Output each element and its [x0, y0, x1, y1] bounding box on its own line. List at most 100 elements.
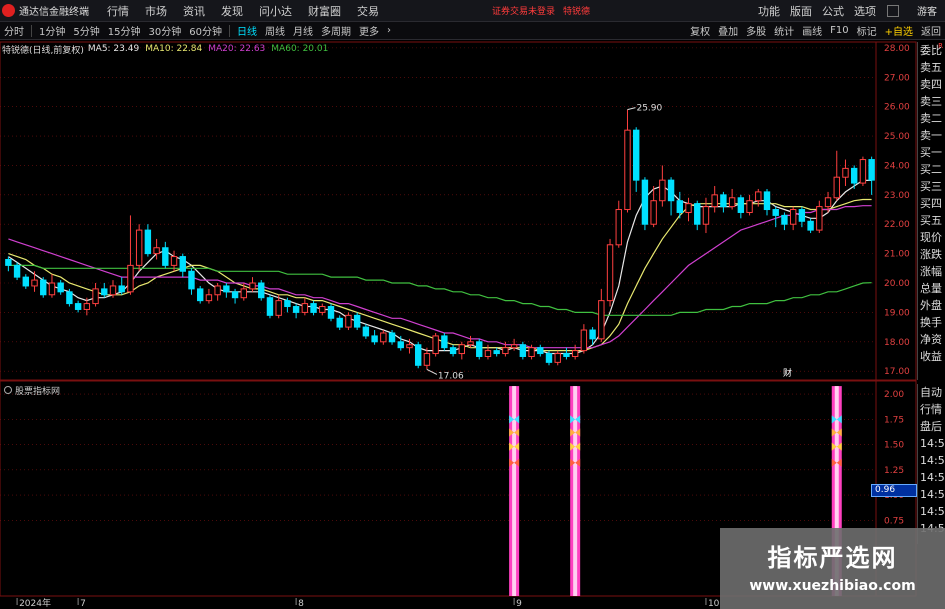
quote-lower-label: 14:50 [920, 471, 945, 484]
candle-body [807, 220, 814, 231]
candle [781, 212, 788, 231]
candle-body [170, 256, 178, 266]
candle-body [397, 341, 404, 349]
candle-body [659, 179, 666, 202]
candle [842, 159, 849, 187]
price-chart[interactable]: 28.00 27.00 26.00 25.00 24.00 23.00 22.00 21.00… [0, 0, 945, 609]
y-tick-label: 22.00 [884, 220, 910, 230]
quote-label: 卖四 [920, 78, 942, 91]
candle-body [816, 206, 823, 231]
candle-body [667, 179, 675, 202]
candle-body [179, 256, 186, 272]
candle-body [275, 300, 282, 316]
quote-lower-label: 14:50 [920, 488, 945, 501]
candle-body [755, 191, 762, 202]
candle-body [92, 288, 99, 305]
candle [598, 288, 605, 342]
candle-body [589, 329, 596, 340]
quote-label: 卖五 [920, 61, 942, 74]
candle-body [371, 335, 378, 343]
candle [493, 347, 500, 357]
candle [615, 200, 622, 248]
candle-body [101, 288, 108, 296]
candle-body [83, 303, 91, 310]
quote-label: 买二 [920, 163, 942, 176]
candle-body [563, 353, 570, 357]
candle [144, 224, 152, 257]
candle-body [188, 270, 195, 290]
low-pointer [426, 368, 438, 375]
candle [728, 188, 736, 210]
x-tick-label: 9 [516, 599, 522, 609]
y-tick-label: 20.00 [884, 279, 910, 289]
candle [414, 341, 422, 369]
candle [537, 344, 544, 357]
candle [292, 303, 300, 319]
financial-marker[interactable]: 财 [783, 367, 792, 379]
candle-body [850, 167, 858, 184]
candle [188, 268, 195, 295]
candle-body [449, 347, 457, 355]
indicator-y-tick-label: 1.75 [884, 415, 904, 425]
candle-body [301, 303, 309, 313]
candle [301, 297, 309, 316]
candle [266, 294, 274, 319]
x-tick-label: 8 [298, 599, 304, 609]
candle-body [40, 279, 47, 296]
candle-body [746, 200, 753, 213]
candle-body [66, 291, 73, 305]
candle-body [406, 344, 413, 349]
candle [737, 194, 745, 219]
candle [362, 324, 370, 339]
candle-body [153, 247, 160, 255]
candle-body [353, 314, 361, 328]
candle-body [118, 285, 125, 293]
candle [702, 197, 710, 234]
indicator-settings-icon[interactable] [4, 386, 12, 394]
candle [101, 283, 108, 298]
candle-body [467, 341, 474, 346]
candle-body [196, 288, 204, 302]
signal-bar [509, 386, 520, 596]
candle [109, 280, 117, 298]
quote-label: 买四 [920, 197, 942, 210]
candle-body [484, 350, 492, 357]
indicator-y-tick-label: 0.75 [884, 516, 904, 526]
candle [746, 194, 753, 216]
candle-body [798, 209, 806, 222]
y-tick-label: 27.00 [884, 73, 910, 83]
quote-label: 换手 [920, 316, 942, 329]
candle [563, 347, 570, 360]
candle-body [5, 258, 12, 266]
ma-line-ma10 [8, 198, 872, 352]
candle [816, 200, 823, 234]
candle-body [380, 332, 387, 343]
quote-label: 买一 [920, 146, 942, 159]
candle [231, 288, 239, 304]
candle-body [336, 317, 343, 328]
candle-body [650, 200, 657, 225]
candle [127, 215, 134, 295]
candle [135, 224, 143, 272]
candle [484, 344, 492, 360]
x-tick-label: 2024年 [19, 597, 51, 609]
candle [310, 300, 317, 316]
candle [327, 303, 335, 322]
candle-body [22, 276, 30, 287]
candle-body [144, 229, 152, 255]
candle-body [537, 347, 544, 355]
candle-body [632, 129, 640, 181]
y-tick-label: 17.00 [884, 367, 910, 377]
candle [624, 109, 631, 213]
candle-body [319, 306, 326, 313]
candle-body [571, 350, 579, 357]
candle [432, 332, 439, 357]
candle-body [135, 229, 143, 266]
candle [720, 191, 727, 213]
candle [763, 188, 771, 216]
period-high-label: 25.90 [636, 104, 662, 114]
candle [659, 165, 666, 207]
candle-body [641, 179, 649, 225]
candle-body [510, 344, 518, 349]
indicator-title: 股票指标网 [4, 384, 60, 397]
